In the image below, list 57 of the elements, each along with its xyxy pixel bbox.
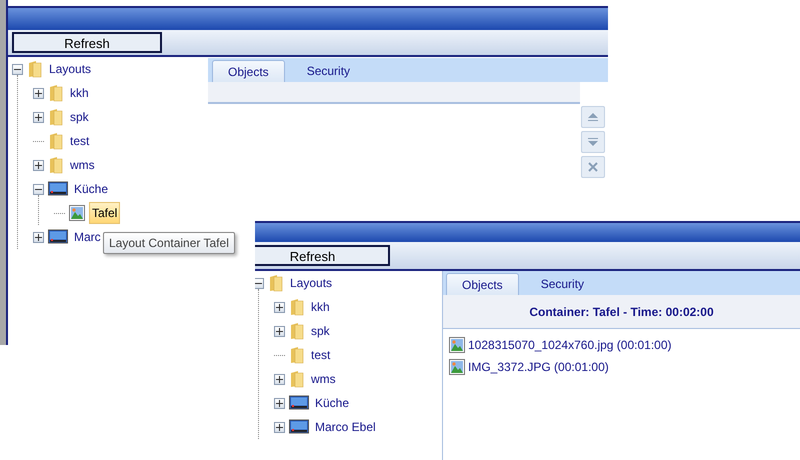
up-arrow-icon	[587, 112, 599, 122]
tab[interactable]: Objects	[212, 60, 285, 82]
collapse-icon[interactable]	[12, 64, 23, 74]
folder-icon	[268, 274, 284, 292]
folder-icon	[289, 370, 305, 388]
folder-icon	[289, 346, 305, 364]
folder-icon	[48, 132, 64, 150]
expand-icon[interactable]	[274, 302, 285, 312]
folder-icon	[48, 108, 64, 126]
folder-icon	[48, 84, 64, 102]
tree-item[interactable]: Marco Ebel	[313, 417, 378, 437]
tree-item[interactable]: wms	[68, 155, 97, 175]
monitor-icon	[48, 181, 68, 197]
tree-item[interactable]: test	[309, 345, 332, 365]
tree-item[interactable]: Layouts	[47, 59, 94, 79]
refresh-button[interactable]: Refresh	[255, 245, 390, 266]
object-item[interactable]: 1028315070_1024x760.jpg (00:01:00)	[468, 336, 672, 354]
object-item[interactable]: IMG_3372.JPG (00:01:00)	[468, 358, 609, 376]
refresh-button[interactable]: Refresh	[12, 32, 162, 53]
tree-item[interactable]: kkh	[68, 83, 91, 103]
folder-icon	[27, 60, 43, 78]
folder-icon	[289, 322, 305, 340]
tab[interactable]: Objects	[446, 273, 519, 295]
folder-icon	[48, 156, 64, 174]
image-icon	[449, 359, 465, 375]
monitor-icon	[289, 395, 309, 411]
tree-item[interactable]: Küche	[72, 179, 110, 199]
image-icon	[69, 205, 85, 221]
tree-item[interactable]: Tafel	[89, 202, 120, 224]
expand-icon[interactable]	[274, 422, 285, 432]
folder-icon	[289, 298, 305, 316]
container-title: Container: Tafel - Time: 00:02:00	[529, 304, 714, 320]
expand-icon[interactable]	[33, 160, 44, 170]
tree-item[interactable]: kkh	[309, 297, 332, 317]
tree-item[interactable]: Layouts	[288, 273, 334, 293]
down-arrow-icon	[587, 137, 599, 147]
monitor-icon	[48, 229, 68, 245]
expand-icon[interactable]	[33, 232, 44, 242]
tab[interactable]: Security	[284, 60, 372, 82]
tooltip: Layout Container Tafel	[103, 232, 235, 254]
expand-icon[interactable]	[274, 398, 285, 408]
expand-icon[interactable]	[274, 374, 285, 384]
collapse-icon[interactable]	[255, 278, 264, 288]
tree-item[interactable]: Marc	[72, 227, 103, 247]
image-icon	[449, 337, 465, 353]
tab[interactable]: Security	[518, 273, 606, 295]
tree-item[interactable]: wms	[309, 369, 338, 389]
close-icon	[588, 162, 598, 172]
tree-item[interactable]: spk	[309, 321, 332, 341]
expand-icon[interactable]	[33, 112, 44, 122]
tree-item[interactable]: test	[68, 131, 92, 151]
tree-item[interactable]: spk	[68, 107, 91, 127]
tree-item[interactable]: Küche	[313, 393, 352, 413]
expand-icon[interactable]	[33, 88, 44, 98]
collapse-icon[interactable]	[33, 184, 44, 194]
expand-icon[interactable]	[274, 326, 285, 336]
monitor-icon	[289, 419, 309, 435]
